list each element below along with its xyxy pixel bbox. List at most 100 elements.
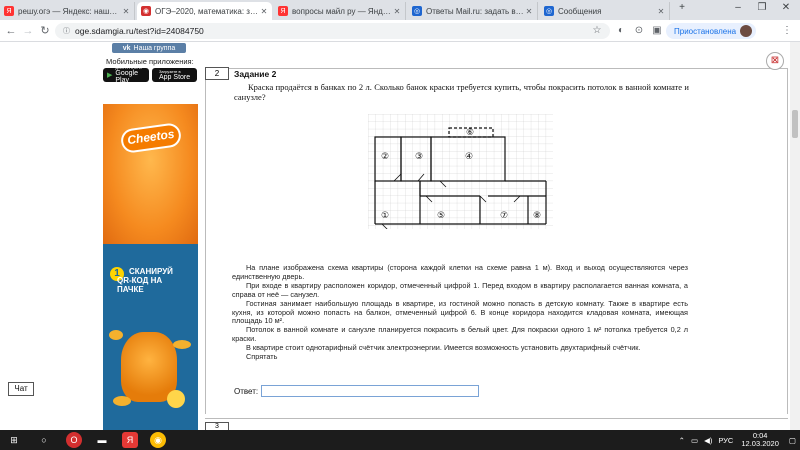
extension-icon[interactable]: ◐ xyxy=(614,24,628,38)
tab-yandex-mail-questions[interactable]: Я вопросы майл ру — Яндекс ✕ xyxy=(274,2,406,20)
plan-label-5: ⑤ xyxy=(437,211,445,221)
cheetos-advertisement[interactable]: Cheetos 1 СКАНИРУЙ QR-КОД НА ПАЧКЕ xyxy=(103,104,198,430)
ad-slogan-line1: СКАНИРУЙ xyxy=(129,267,173,276)
sdamgia-icon: ◉ xyxy=(141,6,151,16)
cheetah-mascot-image xyxy=(121,332,177,402)
answer-label: Ответ: xyxy=(234,387,259,396)
tray-overflow-icon[interactable]: ⌃ xyxy=(679,436,685,445)
clock-date: 12.03.2020 xyxy=(741,439,779,448)
close-tab-icon[interactable]: ✕ xyxy=(392,7,402,16)
opera-icon[interactable]: O xyxy=(66,432,82,448)
page-scrollbar[interactable] xyxy=(790,42,800,430)
volume-icon[interactable]: ◀) xyxy=(704,436,712,445)
task-paragraph: В квартире стоит однотарифный счётчик эл… xyxy=(246,343,641,353)
plan-label-1: ① xyxy=(381,211,389,221)
network-icon[interactable]: ▭ xyxy=(691,436,698,445)
page-content: vk Наша группа Мобильные приложения: ▶ Д… xyxy=(0,42,800,430)
mail-icon: ◎ xyxy=(412,6,422,16)
tab-label: вопросы майл ру — Яндекс xyxy=(292,6,392,16)
store-name: Google Play xyxy=(115,70,138,84)
new-tab-button[interactable]: + xyxy=(672,2,692,13)
tab-yandex-search[interactable]: Я решу.огэ — Яндекс: нашлось ✕ xyxy=(0,2,135,20)
task-question: Краска продаётся в банках по 2 л. Скольк… xyxy=(234,82,689,102)
close-icon[interactable]: ⊠ xyxy=(766,52,784,70)
avatar xyxy=(740,25,753,37)
mail-icon: ◎ xyxy=(544,6,554,16)
bookmark-star-icon[interactable]: ☆ xyxy=(590,24,604,38)
plan-label-6: ⑥ xyxy=(466,128,474,138)
plan-label-7: ⑦ xyxy=(500,211,508,221)
ad-slogan-line2: QR-КОД НА ПАЧКЕ xyxy=(117,276,163,294)
close-tab-icon[interactable]: ✕ xyxy=(121,7,131,16)
yandex-icon: Я xyxy=(4,6,14,16)
windows-taskbar: ⊞ ○ O ▬ Я ◉ ⌃ ▭ ◀) РУС 0:04 12.03.2020 ▢ xyxy=(0,430,800,450)
apartment-plan-diagram: ① ② ③ ④ ⑤ ⑥ ⑦ ⑧ xyxy=(368,114,553,229)
plan-label-2: ② xyxy=(381,152,389,162)
coin-image xyxy=(167,390,185,408)
clock[interactable]: 0:04 12.03.2020 xyxy=(741,432,779,448)
answer-input[interactable] xyxy=(261,385,479,397)
task-number: 2 xyxy=(205,67,229,80)
browser-toolbar: ← → ↻ ⓘ oge.sdamgia.ru/test?id=24084750 … xyxy=(0,20,800,42)
search-icon[interactable]: ○ xyxy=(36,432,52,448)
app-store-button[interactable]: Загрузите в App Store xyxy=(152,68,197,82)
plan-label-3: ③ xyxy=(415,152,423,162)
chrome-icon[interactable]: ◉ xyxy=(150,432,166,448)
tab-oge-math[interactable]: ◉ ОГЭ–2020, математика: зада ✕ xyxy=(137,2,272,20)
maximize-button[interactable]: ❐ xyxy=(752,2,772,13)
chat-button[interactable]: Чат xyxy=(8,382,34,396)
tab-messages[interactable]: ◎ Сообщения ✕ xyxy=(540,2,670,20)
reload-icon[interactable]: ↻ xyxy=(37,23,53,39)
close-window-button[interactable]: ✕ xyxy=(776,2,796,13)
extension-icon[interactable]: ⊙ xyxy=(632,24,646,38)
plan-grid xyxy=(368,114,553,229)
google-play-icon: ▶ xyxy=(107,72,113,79)
tab-strip: Я решу.огэ — Яндекс: нашлось ✕ ◉ ОГЭ–202… xyxy=(0,0,800,20)
back-icon[interactable]: ← xyxy=(3,23,19,39)
task-description: На плане изображена схема квартиры (стор… xyxy=(232,263,688,362)
vk-group-button[interactable]: vk Наша группа xyxy=(112,43,186,53)
scrollbar-thumb[interactable] xyxy=(792,110,798,138)
notifications-icon[interactable]: ▢ xyxy=(789,436,796,445)
next-task-card xyxy=(205,418,788,430)
close-tab-icon[interactable]: ✕ xyxy=(656,7,666,16)
forward-icon[interactable]: → xyxy=(20,23,36,39)
file-explorer-icon[interactable]: ▬ xyxy=(94,432,110,448)
google-play-button[interactable]: ▶ ДОСТУПНО В Google Play xyxy=(103,66,149,84)
store-name: App Store xyxy=(159,73,191,81)
close-tab-icon[interactable]: ✕ xyxy=(259,7,269,16)
tab-mail-answers[interactable]: ◎ Ответы Mail.ru: задать вопрос ✕ xyxy=(408,2,538,20)
tab-label: решу.огэ — Яндекс: нашлось xyxy=(18,6,121,16)
snack-image xyxy=(113,396,131,406)
vk-group-label: Наша группа xyxy=(133,44,176,52)
profile-status: Приостановлена xyxy=(674,26,737,36)
task-paragraph: На плане изображена схема квартиры (стор… xyxy=(232,263,688,281)
tab-label: Ответы Mail.ru: задать вопрос xyxy=(426,6,524,16)
extension-icon[interactable]: ▣ xyxy=(650,24,664,38)
snack-image xyxy=(109,330,123,340)
plan-label-4: ④ xyxy=(465,152,473,162)
next-task-number: 3 xyxy=(205,422,229,430)
yandex-browser-icon[interactable]: Я xyxy=(122,432,138,448)
tab-label: ОГЭ–2020, математика: зада xyxy=(155,6,259,16)
hide-link[interactable]: Спрятать xyxy=(246,352,277,361)
ad-slogan: СКАНИРУЙ QR-КОД НА ПАЧКЕ xyxy=(117,267,187,294)
minimize-button[interactable]: – xyxy=(728,2,748,13)
task-paragraph: При входе в квартиру расположен коридор,… xyxy=(232,280,688,299)
system-tray: ⌃ ▭ ◀) РУС 0:04 12.03.2020 ▢ xyxy=(679,430,800,450)
info-icon[interactable]: ⓘ xyxy=(63,26,70,36)
yandex-icon: Я xyxy=(278,6,288,16)
address-bar[interactable]: ⓘ oge.sdamgia.ru/test?id=24084750 xyxy=(55,23,610,39)
snack-image xyxy=(173,340,191,349)
plan-label-8: ⑧ xyxy=(533,211,541,221)
windows-start-icon[interactable]: ⊞ xyxy=(6,432,22,448)
language-indicator[interactable]: РУС xyxy=(718,436,733,445)
tab-label: Сообщения xyxy=(558,6,602,16)
menu-icon[interactable]: ⋮ xyxy=(780,24,794,38)
close-tab-icon[interactable]: ✕ xyxy=(524,7,534,16)
task-paragraph: Гостиная занимает наибольшую площадь в к… xyxy=(232,298,688,326)
url-text: oge.sdamgia.ru/test?id=24084750 xyxy=(75,26,204,36)
profile-button[interactable]: Приостановлена xyxy=(666,23,757,39)
vk-icon: vk xyxy=(122,44,131,52)
task-paragraph: Потолок в ванной комнате и санузле плани… xyxy=(232,325,688,344)
